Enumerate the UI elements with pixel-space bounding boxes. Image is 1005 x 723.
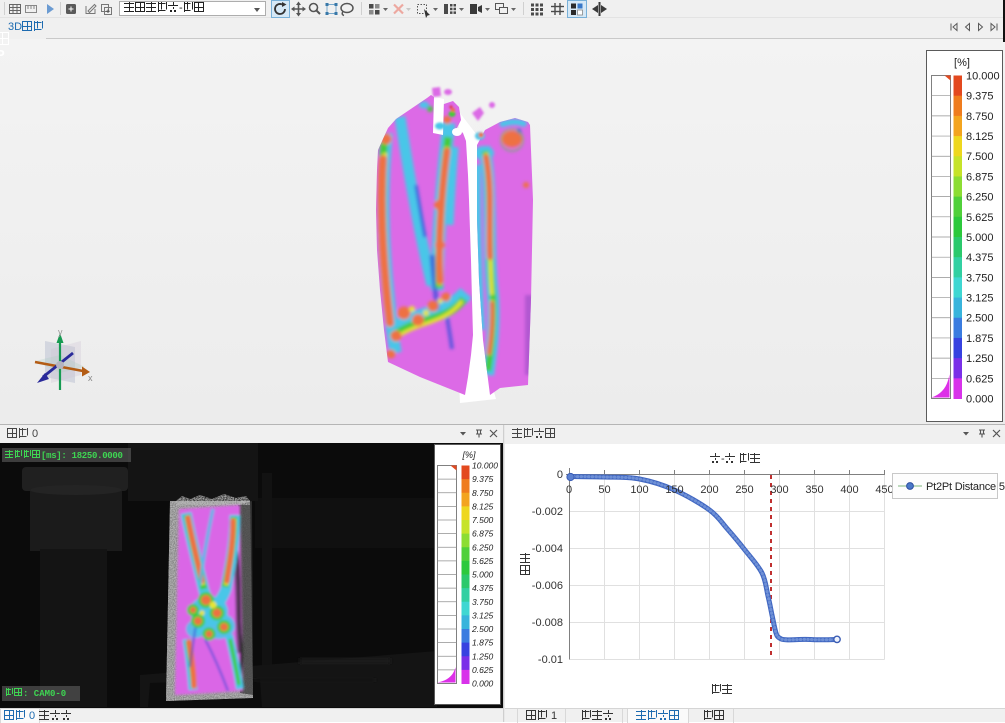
svg-text:0: 0: [557, 469, 563, 481]
svg-text:150: 150: [665, 484, 683, 496]
svg-text:8.750: 8.750: [472, 488, 494, 498]
svg-text:5.000: 5.000: [966, 232, 994, 244]
svg-text:0.625: 0.625: [472, 665, 494, 675]
svg-text:7.500: 7.500: [472, 515, 494, 525]
svg-text:1.875: 1.875: [472, 638, 494, 648]
svg-text:0.000: 0.000: [966, 393, 994, 405]
svg-text:y: y: [58, 328, 63, 337]
svg-text:200: 200: [700, 484, 718, 496]
svg-text:50: 50: [598, 484, 610, 496]
svg-text:3.125: 3.125: [966, 293, 994, 305]
svg-text:10.000: 10.000: [472, 461, 498, 471]
svg-text:9.375: 9.375: [472, 474, 494, 484]
svg-text:6.875: 6.875: [966, 171, 994, 183]
svg-text:x: x: [88, 373, 93, 383]
svg-text:5.625: 5.625: [966, 212, 994, 224]
svg-text:6.250: 6.250: [966, 192, 994, 204]
svg-text:1.875: 1.875: [966, 333, 994, 345]
svg-text:8.125: 8.125: [472, 501, 494, 511]
svg-text:10.000: 10.000: [966, 70, 1000, 82]
svg-text:2.500: 2.500: [471, 624, 494, 634]
svg-text:5.000: 5.000: [472, 570, 494, 580]
svg-text:0.625: 0.625: [966, 373, 994, 385]
svg-text:-0.002: -0.002: [532, 506, 563, 518]
svg-text:350: 350: [805, 484, 823, 496]
svg-text:2.500: 2.500: [966, 313, 994, 325]
svg-text:7.500: 7.500: [966, 151, 994, 163]
svg-text:-0.004: -0.004: [532, 543, 563, 555]
svg-text:-0.01: -0.01: [538, 654, 563, 666]
svg-text:5.625: 5.625: [472, 556, 494, 566]
svg-text:9.375: 9.375: [966, 91, 994, 103]
svg-text:1.250: 1.250: [472, 651, 494, 661]
svg-text:0.000: 0.000: [472, 679, 494, 689]
svg-text:4.375: 4.375: [472, 583, 494, 593]
svg-text:[%]: [%]: [461, 450, 476, 460]
svg-text:[%]: [%]: [954, 57, 970, 69]
svg-text:6.250: 6.250: [472, 542, 494, 552]
svg-text:3.750: 3.750: [966, 272, 994, 284]
svg-text:0: 0: [566, 484, 572, 496]
svg-text:450: 450: [875, 484, 893, 496]
svg-text:400: 400: [840, 484, 858, 496]
svg-text:Pt2Pt Distance 5: Pt2Pt Distance 5: [926, 481, 1005, 493]
svg-text:-0.006: -0.006: [532, 580, 563, 592]
svg-text:100: 100: [630, 484, 648, 496]
svg-text:250: 250: [735, 484, 753, 496]
svg-text:8.750: 8.750: [966, 111, 994, 123]
svg-text:3.750: 3.750: [472, 597, 494, 607]
svg-text:300: 300: [770, 484, 788, 496]
svg-text:-0.008: -0.008: [532, 617, 563, 629]
svg-text:6.875: 6.875: [472, 529, 494, 539]
svg-text:8.125: 8.125: [966, 131, 994, 143]
svg-text:3.125: 3.125: [472, 610, 494, 620]
svg-text:4.375: 4.375: [966, 252, 994, 264]
svg-text:1.250: 1.250: [966, 353, 994, 365]
